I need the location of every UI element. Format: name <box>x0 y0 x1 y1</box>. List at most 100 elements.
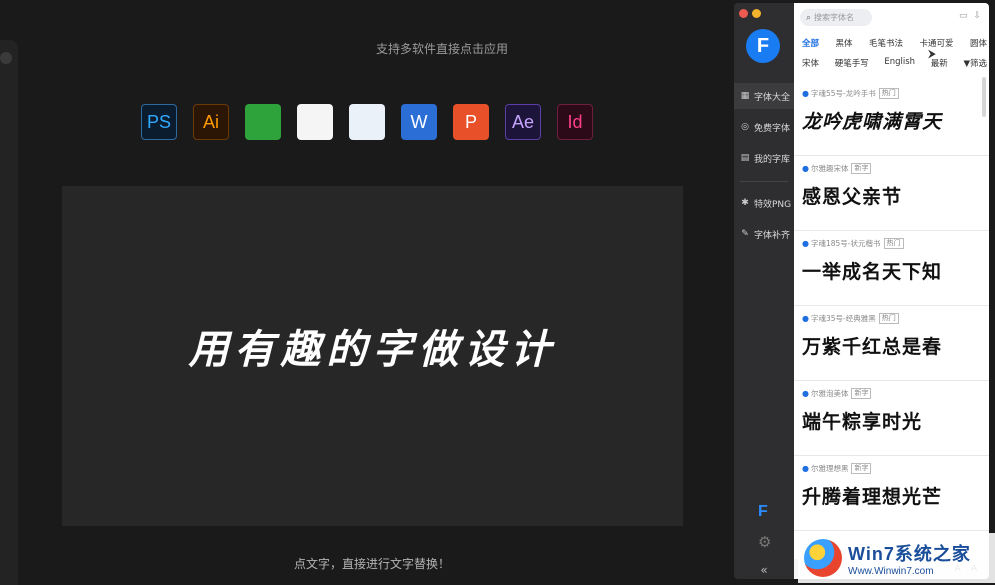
bullet-icon: ● <box>802 464 809 473</box>
font-preview[interactable]: 龙吟虎啸满霄天 <box>802 107 989 134</box>
font-meta: ● 字魂35号-经典雅黑 热门 <box>802 313 989 324</box>
font-title: 字魂55号-龙吟手书 <box>810 89 876 98</box>
search-icon: ⌕ <box>806 12 812 23</box>
font-list-item[interactable]: ● 字魂55号-龙吟手书 热门龙吟虎啸满霄天 <box>794 81 989 156</box>
font-preview[interactable]: 万紫千红总是春 <box>802 332 989 359</box>
keynote-icon[interactable] <box>349 104 385 140</box>
sidebar-item-label: 特效PNG <box>754 199 792 210</box>
font-meta: ● 字魂185号-状元楷书 热门 <box>802 238 989 249</box>
after-effects-icon[interactable]: Ae <box>505 104 541 140</box>
font-preview[interactable]: 升腾着理想光芒 <box>802 482 989 509</box>
watermark-url: Www.Winwin7.com <box>848 565 934 577</box>
font-badge: 热门 <box>878 88 899 99</box>
support-caption: 支持多软件直接点击应用 <box>375 42 508 56</box>
all-fonts-icon: ▦ <box>740 91 750 101</box>
font-title: 字魂35号-经典雅黑 <box>810 314 876 323</box>
photoshop-icon[interactable]: PS <box>141 104 177 140</box>
indesign-icon[interactable]: Id <box>557 104 593 140</box>
sketch-icon[interactable] <box>297 104 333 140</box>
sidebar-item-label: 免费字体 <box>754 123 791 134</box>
category-tab[interactable]: ▼筛选 <box>963 57 987 69</box>
font-list-item[interactable]: ● 字魂35号-经典雅黑 热门万紫千红总是春 <box>794 306 989 381</box>
font-badge: 新字 <box>851 463 872 474</box>
watermark-title: Win7系统之家 <box>848 543 971 564</box>
category-tab[interactable]: 卡通可爱 <box>919 37 953 49</box>
canvas-sample-text[interactable]: 用有趣的字做设计 <box>62 186 683 486</box>
sidebar-item-label: 字体补齐 <box>754 230 791 241</box>
font-badge: 热门 <box>883 238 904 249</box>
sidebar-item-all-fonts[interactable]: ▦ 字体大全 <box>734 83 794 109</box>
font-preview[interactable]: 感恩父亲节 <box>802 182 989 209</box>
collapse-sidebar-button[interactable]: « <box>734 563 794 579</box>
font-list-item[interactable]: ● 尔雅理想黑 新字升腾着理想光芒 <box>794 456 989 531</box>
font-app-window: F ▦ 字体大全 ◎ 免费字体 ▤ 我的字库 ✱ 特效PNG ✎ 字体补齐 F ⚙ « ⌕ 搜索字… <box>734 3 989 579</box>
font-list-item[interactable]: ● 尔雅趣宋体 新字感恩父亲节 <box>794 156 989 231</box>
font-title: 尔雅理想黑 <box>810 464 849 473</box>
bullet-icon: ● <box>802 164 809 173</box>
category-tab[interactable]: 全部 <box>802 37 819 49</box>
sidebar-divider <box>740 181 788 182</box>
coreldraw-icon[interactable] <box>245 104 281 140</box>
my-library-icon: ▤ <box>740 153 750 163</box>
brand-f-icon[interactable]: F <box>758 503 768 521</box>
mouse-cursor-icon: ⮞ <box>928 47 936 60</box>
font-preview[interactable]: 端午粽享时光 <box>802 407 989 434</box>
category-tab[interactable]: 黑体 <box>835 37 852 49</box>
font-preview[interactable]: 一举成名天下知 <box>802 257 989 284</box>
powerpoint-icon[interactable]: P <box>453 104 489 140</box>
pin-icon[interactable]: ⇩ <box>973 11 981 21</box>
bullet-icon: ● <box>802 314 809 323</box>
sidebar-item-label: 字体大全 <box>754 92 791 103</box>
word-icon[interactable]: W <box>401 104 437 140</box>
panel-handle[interactable] <box>0 52 12 64</box>
font-list: ● 字魂55号-龙吟手书 热门 龙吟虎啸满霄天 ● 尔雅趣宋体 新字 感恩父亲节 ● 字魂185号… <box>794 81 989 531</box>
sidebar-item-free-fonts[interactable]: ◎ 免费字体 <box>734 114 794 140</box>
gear-icon[interactable]: ⚙ <box>758 533 771 551</box>
category-tab[interactable]: 宋体 <box>802 57 819 69</box>
category-tab[interactable]: English <box>884 57 915 69</box>
sidebar-item-effects-png[interactable]: ✱ 特效PNG <box>734 190 794 216</box>
font-title: 尔雅趣宋体 <box>810 164 849 173</box>
font-badge: 热门 <box>878 313 899 324</box>
minimize-window-button[interactable] <box>752 9 761 18</box>
message-icon[interactable]: ▭ <box>959 11 968 21</box>
illustrator-icon[interactable]: Ai <box>193 104 229 140</box>
font-list-item[interactable]: ● 字魂185号-状元楷书 热门一举成名天下知 <box>794 231 989 306</box>
font-meta: ● 尔雅趣宋体 新字 <box>802 163 989 174</box>
top-icons: ▭ ⇩ <box>953 11 981 21</box>
bullet-icon: ● <box>802 389 809 398</box>
watermark-logo <box>804 539 842 577</box>
window-controls <box>739 9 765 18</box>
sidebar-item-label: 我的字库 <box>754 154 791 165</box>
bullet-icon: ● <box>802 89 809 98</box>
free-fonts-icon: ◎ <box>741 122 749 132</box>
category-tab[interactable]: 硬笔手写 <box>835 57 869 69</box>
font-meta: ● 尔雅泡美体 新字 <box>802 388 989 399</box>
host-side-panel <box>0 40 18 585</box>
font-title: 字魂185号-状元楷书 <box>810 239 881 248</box>
font-meta: ● 字魂55号-龙吟手书 热门 <box>802 88 989 99</box>
category-tab[interactable]: 圆体 <box>970 37 987 49</box>
bottom-hint: 点文字，直接进行文字替换！ <box>293 557 450 571</box>
sidebar-item-font-fix[interactable]: ✎ 字体补齐 <box>734 221 794 247</box>
search-placeholder: 搜索字体名 <box>814 13 855 22</box>
bullet-icon: ● <box>802 239 809 248</box>
app-launcher-row: PS Ai W P Ae Id <box>141 104 609 140</box>
font-list-scrollbar[interactable] <box>982 77 986 117</box>
sidebar-item-my-library[interactable]: ▤ 我的字库 <box>734 145 794 171</box>
search-input[interactable]: ⌕ 搜索字体名 <box>800 9 872 26</box>
font-title: 尔雅泡美体 <box>810 389 849 398</box>
font-fix-icon: ✎ <box>741 229 749 239</box>
site-watermark: Win7系统之家 Www.Winwin7.com <box>798 533 995 583</box>
font-list-item[interactable]: ● 尔雅泡美体 新字端午粽享时光 <box>794 381 989 456</box>
close-window-button[interactable] <box>739 9 748 18</box>
font-app-sidebar: F ▦ 字体大全 ◎ 免费字体 ▤ 我的字库 ✱ 特效PNG ✎ 字体补齐 F ⚙ « <box>734 3 794 579</box>
font-meta: ● 尔雅理想黑 新字 <box>802 463 989 474</box>
category-tab[interactable]: 毛笔书法 <box>869 37 903 49</box>
font-badge: 新字 <box>851 163 872 174</box>
app-logo: F <box>746 29 780 63</box>
category-filter: 全部 黑体 毛笔书法 卡通可爱 圆体 宋体 硬笔手写 English 最新 ▼筛选 <box>802 37 987 77</box>
effects-png-icon: ✱ <box>741 198 749 208</box>
design-canvas[interactable]: 用有趣的字做设计 <box>62 186 683 526</box>
font-app-main: ⌕ 搜索字体名 ▭ ⇩ 全部 黑体 毛笔书法 卡通可爱 圆体 宋体 硬笔手写 English… <box>794 3 989 579</box>
